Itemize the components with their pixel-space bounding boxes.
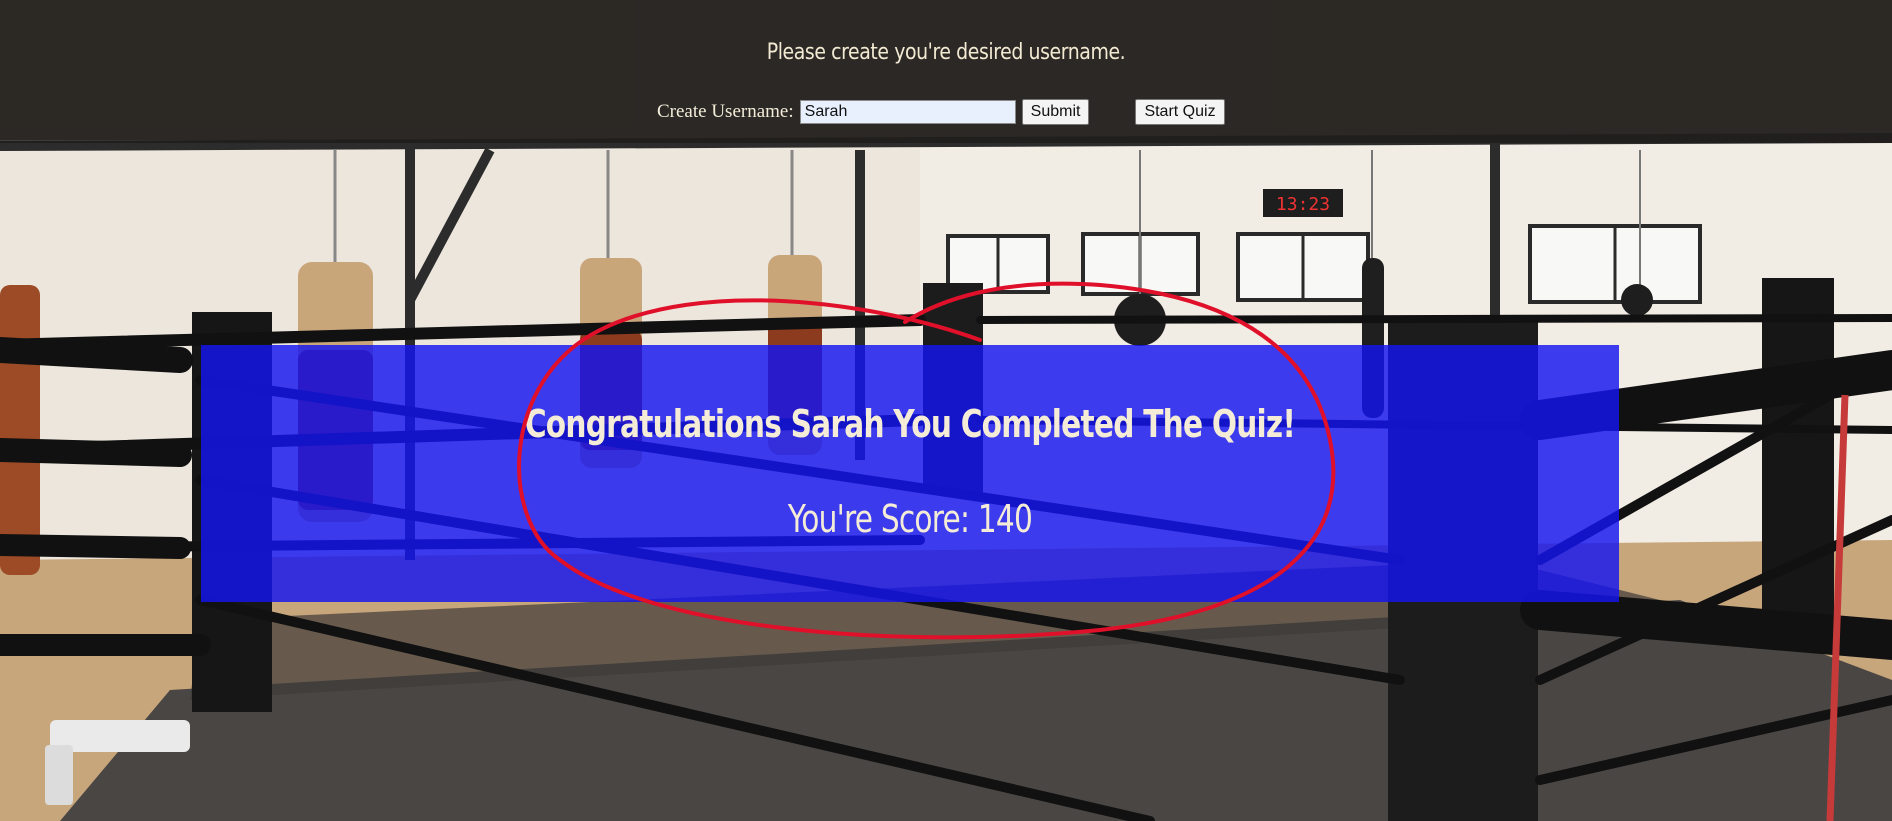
start-quiz-button[interactable]: Start Quiz bbox=[1135, 99, 1225, 125]
quiz-page: 13:23 Please create you're desired usern… bbox=[0, 0, 1892, 821]
username-prompt: Please create you're desired username. bbox=[766, 40, 1126, 65]
username-form: Create Username: Submit Start Quiz bbox=[657, 98, 1225, 126]
header-bar: Please create you're desired username. C… bbox=[0, 0, 1892, 143]
username-label: Create Username: bbox=[657, 101, 794, 122]
gym-clock-text: 13:23 bbox=[1276, 194, 1330, 215]
quiz-result-panel: Congratulations Sarah You Completed The … bbox=[201, 345, 1619, 602]
username-input[interactable] bbox=[799, 100, 1016, 124]
submit-button[interactable]: Submit bbox=[1021, 99, 1090, 125]
completion-message: Congratulations Sarah You Completed The … bbox=[524, 402, 1296, 446]
score-text: You're Score: 140 bbox=[787, 497, 1033, 541]
